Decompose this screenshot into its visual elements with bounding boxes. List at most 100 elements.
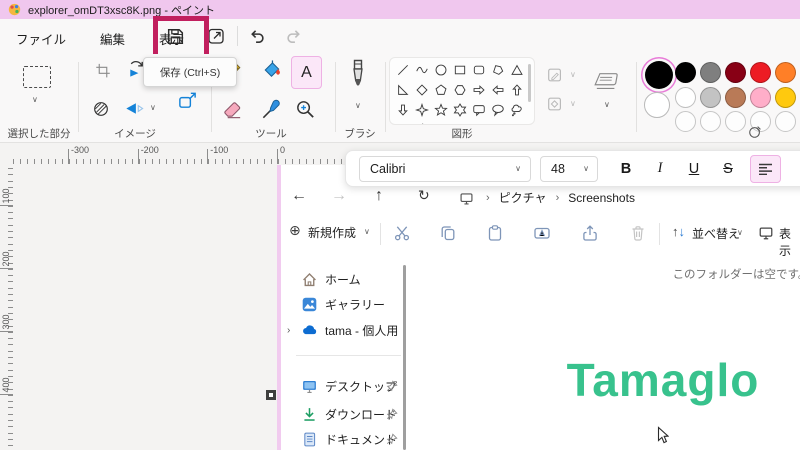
shape-arrow-up-icon[interactable] bbox=[507, 80, 526, 100]
shape-arrow-right-icon[interactable] bbox=[469, 80, 488, 100]
pin-icon bbox=[386, 433, 398, 445]
secondary-color-swatch[interactable] bbox=[644, 92, 670, 118]
strikethrough-button[interactable]: S bbox=[716, 156, 740, 181]
palette-empty-slot[interactable] bbox=[725, 111, 746, 132]
brushes-button[interactable] bbox=[345, 58, 371, 98]
selection-group-label: 選択した部分 bbox=[0, 126, 78, 141]
palette-color-swatch[interactable] bbox=[725, 87, 746, 108]
shape-curve-icon[interactable] bbox=[412, 60, 431, 80]
palette-color-swatch[interactable] bbox=[750, 87, 771, 108]
shape-star-5-icon[interactable] bbox=[431, 100, 450, 120]
shape-hexagon-icon[interactable] bbox=[450, 80, 469, 100]
h-ruler-label: -300 bbox=[71, 145, 89, 155]
shape-ellipse-icon[interactable] bbox=[431, 60, 450, 80]
shape-callout-cloud-icon[interactable] bbox=[507, 100, 526, 120]
text-tool-button[interactable]: A bbox=[291, 56, 322, 89]
layers-chevron-icon[interactable]: ∨ bbox=[604, 101, 610, 109]
back-icon: ← bbox=[291, 187, 307, 205]
align-center-button[interactable] bbox=[792, 155, 800, 181]
align-left-icon bbox=[758, 163, 773, 175]
outline-chevron-icon[interactable]: ∨ bbox=[570, 71, 576, 79]
crop-button[interactable] bbox=[94, 62, 112, 80]
fill-bucket-tool-button[interactable] bbox=[260, 59, 283, 82]
shape-line-icon[interactable] bbox=[393, 60, 412, 80]
shape-arrow-down-icon[interactable] bbox=[393, 100, 412, 120]
eyedropper-tool-button[interactable] bbox=[260, 98, 283, 121]
sort-chevron-icon: ∨ bbox=[737, 229, 743, 237]
palette-color-swatch[interactable] bbox=[700, 87, 721, 108]
menu-item-0[interactable]: ファイル bbox=[12, 27, 70, 50]
v-ruler-label: 100 bbox=[1, 186, 11, 206]
shape-lightning-icon[interactable] bbox=[412, 120, 431, 125]
background-removal-button[interactable] bbox=[92, 100, 110, 118]
new-button-label: 新規作成 bbox=[308, 224, 356, 241]
sidebar-scrollbar bbox=[403, 265, 406, 450]
redo-button[interactable] bbox=[284, 27, 303, 46]
magnifier-tool-button[interactable] bbox=[294, 98, 317, 121]
shape-fill-button[interactable] bbox=[546, 95, 564, 113]
shape-diamond-icon[interactable] bbox=[412, 80, 431, 100]
italic-button[interactable]: I bbox=[648, 156, 672, 181]
palette-empty-slot[interactable] bbox=[675, 111, 696, 132]
this-pc-icon bbox=[459, 191, 474, 206]
breadcrumb-separator-icon: › bbox=[556, 192, 560, 204]
sidebar-item-0: ホーム bbox=[301, 269, 361, 289]
palette-empty-slot[interactable] bbox=[775, 111, 796, 132]
shape-rectangle-icon[interactable] bbox=[450, 60, 469, 80]
shape-pentagon-icon[interactable] bbox=[431, 80, 450, 100]
shape-arrow-left-icon[interactable] bbox=[488, 80, 507, 100]
shape-star-6-icon[interactable] bbox=[450, 100, 469, 120]
palette-color-swatch[interactable] bbox=[725, 62, 746, 83]
paint-canvas[interactable]: ← → ↑ ↻ ›ピクチャ›Screenshots ⊕ 新規作成 ∨ ↑↓ 並べ… bbox=[281, 165, 800, 450]
h-ruler-label: -100 bbox=[210, 145, 228, 155]
shape-callout-oval-icon[interactable] bbox=[488, 100, 507, 120]
shape-star-4-icon[interactable] bbox=[412, 100, 431, 120]
palette-color-swatch[interactable] bbox=[750, 62, 771, 83]
primary-color-swatch[interactable] bbox=[645, 61, 673, 89]
palette-color-swatch[interactable] bbox=[675, 87, 696, 108]
flip-chevron-icon[interactable]: ∨ bbox=[150, 104, 156, 112]
align-left-button[interactable] bbox=[750, 155, 781, 183]
font-size-select[interactable]: 48 ∨ bbox=[540, 156, 598, 182]
canvas-resize-handle[interactable] bbox=[266, 390, 276, 400]
shape-rounded-rectangle-icon[interactable] bbox=[469, 60, 488, 80]
gallery-icon bbox=[301, 296, 318, 313]
select-tool-button[interactable] bbox=[23, 66, 51, 88]
edit-colors-button[interactable] bbox=[748, 125, 762, 139]
palette-color-swatch[interactable] bbox=[675, 62, 696, 83]
shape-right-triangle-icon[interactable] bbox=[393, 80, 412, 100]
flip-button[interactable] bbox=[123, 99, 144, 120]
shapes-group-label: 図形 bbox=[422, 126, 502, 141]
ribbon: ∨ 選択した部分 ∨ イメージ A ツール ∨ ブラシ 図形 ∨ bbox=[0, 54, 800, 143]
shape-outline-button[interactable] bbox=[546, 66, 564, 84]
underline-button[interactable]: U bbox=[682, 156, 706, 181]
menu-item-1[interactable]: 編集 bbox=[96, 27, 129, 50]
shape-heart-icon[interactable] bbox=[393, 120, 412, 125]
desktop-icon bbox=[301, 378, 318, 395]
text-format-toolbar: Calibri ∨ 48 ∨ B I U S bbox=[345, 150, 800, 187]
select-chevron-icon[interactable]: ∨ bbox=[32, 96, 38, 104]
font-family-select[interactable]: Calibri ∨ bbox=[359, 156, 531, 182]
shape-polygon-icon[interactable] bbox=[488, 60, 507, 80]
eraser-tool-button[interactable] bbox=[221, 98, 244, 121]
layers-button[interactable] bbox=[592, 70, 622, 94]
paste-icon bbox=[486, 224, 504, 242]
shapes-scrollbar[interactable] bbox=[528, 64, 531, 102]
share-button[interactable] bbox=[206, 26, 226, 46]
palette-color-swatch[interactable] bbox=[775, 87, 796, 108]
undo-button[interactable] bbox=[248, 27, 267, 46]
palette-color-swatch[interactable] bbox=[700, 62, 721, 83]
fill-chevron-icon[interactable]: ∨ bbox=[570, 100, 576, 108]
shape-triangle-icon[interactable] bbox=[507, 60, 526, 80]
menu-separator bbox=[237, 26, 238, 46]
bold-button[interactable]: B bbox=[614, 156, 638, 181]
palette-color-swatch[interactable] bbox=[775, 62, 796, 83]
shape-callout-rounded-icon[interactable] bbox=[469, 100, 488, 120]
shapes-panel bbox=[389, 57, 535, 125]
palette-empty-slot[interactable] bbox=[700, 111, 721, 132]
font-size-chevron-icon: ∨ bbox=[583, 165, 589, 173]
brushes-chevron-icon[interactable]: ∨ bbox=[355, 102, 361, 110]
resize-image-button[interactable] bbox=[177, 90, 198, 111]
breadcrumb-item-0: ピクチャ bbox=[499, 189, 547, 206]
refresh-icon: ↻ bbox=[418, 187, 430, 204]
